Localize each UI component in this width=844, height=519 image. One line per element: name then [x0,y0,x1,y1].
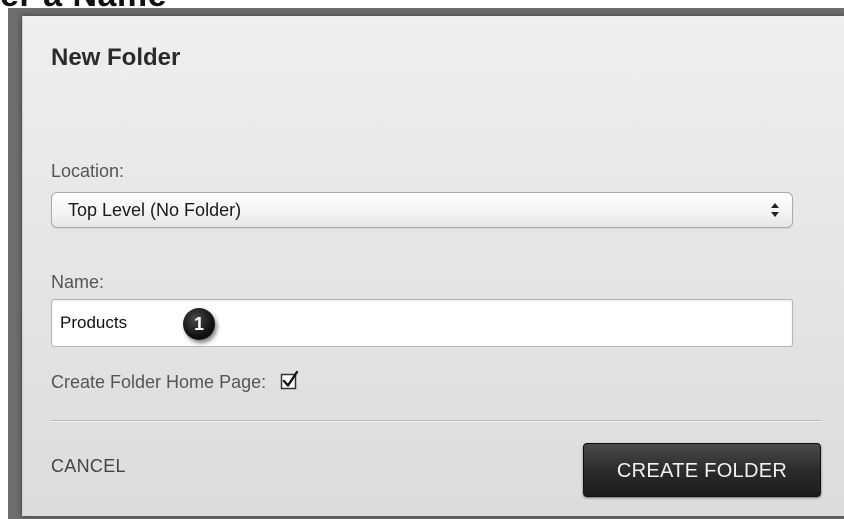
new-folder-dialog: New Folder Location: Top Level (No Folde… [22,16,844,516]
home-page-option: Create Folder Home Page: [51,370,300,393]
location-label: Location: [51,161,125,181]
dialog-title: New Folder [51,44,181,71]
folder-name-value: Products [60,313,128,332]
location-select[interactable]: Top Level (No Folder) [51,192,793,228]
folder-name-input[interactable]: Products [51,299,793,347]
home-page-label: Create Folder Home Page: [51,372,267,392]
create-folder-button[interactable]: CREATE FOLDER [583,443,821,497]
home-page-checkbox[interactable] [280,370,300,390]
screenshot-stage: er a Name New Folder Location: Top Level… [0,0,844,519]
name-label: Name: [51,272,105,292]
cancel-button[interactable]: CANCEL [51,456,126,477]
footer-divider [51,420,821,422]
checkmark-icon [280,370,299,389]
location-select-value: Top Level (No Folder) [68,200,242,220]
updown-arrows-icon [768,202,782,218]
step-marker-badge: 1 [183,308,215,340]
